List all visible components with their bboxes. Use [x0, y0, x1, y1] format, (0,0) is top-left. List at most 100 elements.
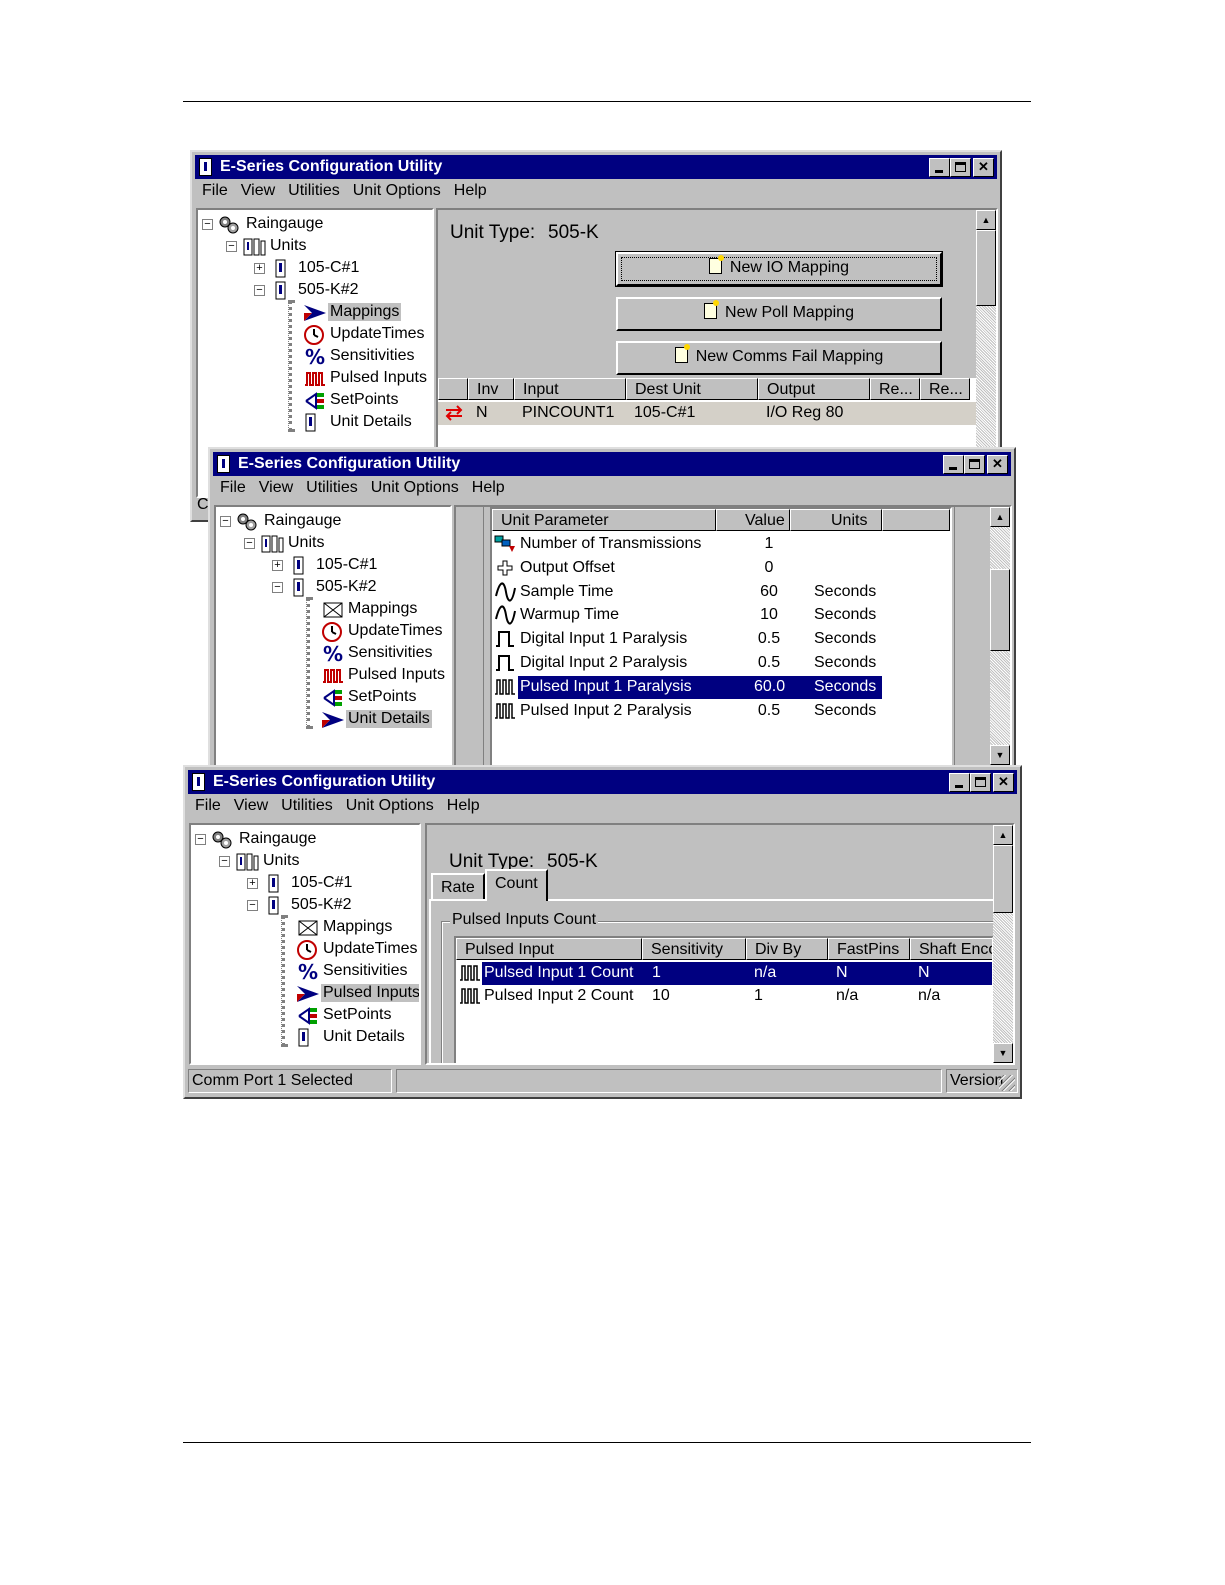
close-button[interactable]: ✕: [987, 455, 1008, 474]
unit-icon: [292, 556, 312, 576]
tree-view: − Raingauge − Units + 105-C#1 − 505-K#2 …: [189, 823, 421, 1065]
menu-file[interactable]: File: [213, 477, 252, 497]
tree-label: Raingauge: [264, 512, 342, 529]
tree-label: 105-C#1: [291, 874, 353, 891]
cell-units: Seconds: [814, 654, 877, 671]
maximize-button[interactable]: [970, 773, 991, 792]
cell-value: 1: [764, 535, 774, 552]
menu-view[interactable]: View: [227, 795, 274, 815]
scroll-up-button[interactable]: ▲: [993, 825, 1013, 845]
new-document-icon: [674, 344, 690, 363]
pulse-train-icon: [304, 369, 325, 389]
status-comm-port: Comm Port 1 Selected: [188, 1069, 392, 1093]
table-row[interactable]: Pulsed Input 1 Count 1 n/a N N: [456, 962, 992, 985]
minimize-button[interactable]: [929, 158, 950, 177]
menu-unit-options[interactable]: Unit Options: [346, 180, 447, 200]
table-row[interactable]: Pulsed Input 2 Count 10 1 n/a n/a: [456, 985, 992, 1008]
new-comms-fail-mapping-button[interactable]: New Comms Fail Mapping: [616, 341, 942, 375]
column-header-parameter[interactable]: Unit Parameter: [492, 509, 716, 531]
column-header-dest-unit[interactable]: Dest Unit: [626, 378, 758, 400]
column-header-units[interactable]: Units: [790, 509, 882, 531]
column-header-inv[interactable]: Inv: [468, 378, 514, 400]
tree-label: Unit Details: [346, 710, 432, 728]
close-button[interactable]: ✕: [993, 773, 1014, 792]
close-button[interactable]: ✕: [973, 158, 994, 177]
tab-count[interactable]: Count: [485, 869, 548, 901]
unit-icon: [304, 413, 324, 433]
tree-label: Unit Details: [330, 413, 412, 430]
table-row[interactable]: Pulsed Input 1 Paralysis 60.0 Seconds: [492, 675, 950, 699]
column-header-div-by[interactable]: Div By: [746, 938, 828, 960]
vertical-scrollbar[interactable]: ▲ ▼: [993, 825, 1013, 1063]
table-row[interactable]: N PINCOUNT1 105-C#1 I/O Reg 80: [438, 402, 978, 425]
percent-icon: %: [297, 960, 318, 984]
menu-utilities[interactable]: Utilities: [281, 180, 346, 200]
scroll-down-button[interactable]: ▼: [993, 1043, 1013, 1063]
column-header-shaft-encoder[interactable]: Shaft Enco: [910, 938, 992, 960]
cell-units: Seconds: [814, 630, 877, 648]
cell-value: 10: [760, 606, 778, 624]
scroll-thumb[interactable]: [976, 230, 996, 306]
menu-help[interactable]: Help: [447, 180, 493, 200]
menu-view[interactable]: View: [234, 180, 281, 200]
table-row[interactable]: Digital Input 1 Paralysis 0.5 Seconds: [492, 628, 950, 651]
menu-unit-options[interactable]: Unit Options: [364, 477, 465, 497]
new-io-mapping-button[interactable]: New IO Mapping: [615, 251, 943, 287]
table-row[interactable]: Number of Transmissions 1: [492, 533, 950, 556]
scroll-down-button[interactable]: ▼: [990, 745, 1010, 765]
menu-view[interactable]: View: [252, 477, 299, 497]
vertical-scrollbar[interactable]: ▲ ▼: [990, 507, 1010, 775]
cell-pulsed-input: Pulsed Input 1 Count: [484, 964, 634, 981]
column-header-output[interactable]: Output: [758, 378, 870, 400]
column-header-fastpins[interactable]: FastPins: [828, 938, 910, 960]
window-unit-details: E-Series Configuration Utility ✕ File Vie…: [208, 447, 1016, 777]
scroll-thumb[interactable]: [993, 845, 1013, 913]
units-icon: [235, 852, 259, 872]
table-row[interactable]: Sample Time 60 Seconds: [492, 581, 950, 604]
table-row[interactable]: Warmup Time 10 Seconds: [492, 604, 950, 627]
tree-label: Sensitivities: [323, 962, 408, 979]
column-header-re2[interactable]: Re...: [920, 378, 970, 400]
menu-file[interactable]: File: [188, 795, 227, 815]
svg-text:%: %: [305, 347, 325, 367]
menu-help[interactable]: Help: [465, 477, 511, 497]
new-poll-mapping-button[interactable]: New Poll Mapping: [616, 297, 942, 331]
minimize-button[interactable]: [943, 455, 964, 474]
tree-label: Sensitivities: [348, 644, 433, 661]
pulsed-input-list: Pulsed Input Sensitivity Div By FastPins…: [454, 936, 994, 1063]
column-header-re1[interactable]: Re...: [870, 378, 920, 400]
menu-utilities[interactable]: Utilities: [274, 795, 339, 815]
column-header-blank[interactable]: [438, 378, 468, 400]
scroll-up-button[interactable]: ▲: [976, 210, 996, 230]
column-header-sensitivity[interactable]: Sensitivity: [642, 938, 746, 960]
clock-icon: [322, 622, 342, 642]
clock-icon: [297, 940, 317, 960]
column-header-input[interactable]: Input: [514, 378, 626, 400]
tree-label: Mappings: [323, 918, 393, 935]
menu-file[interactable]: File: [195, 180, 234, 200]
column-header-pulsed-input[interactable]: Pulsed Input: [456, 938, 642, 960]
cell-dest: 105-C#1: [634, 404, 696, 421]
scroll-up-button[interactable]: ▲: [990, 507, 1010, 527]
table-row[interactable]: Output Offset 0: [492, 557, 950, 580]
minimize-button[interactable]: [949, 773, 970, 792]
cell-div-by: 1: [754, 987, 763, 1004]
tab-rate[interactable]: Rate: [431, 873, 485, 899]
resize-grip[interactable]: [999, 1075, 1015, 1091]
cell-parameter: Pulsed Input 1 Paralysis: [520, 677, 692, 695]
tree-label: Pulsed Inputs: [330, 369, 427, 386]
column-header-blank[interactable]: [882, 509, 950, 531]
menu-unit-options[interactable]: Unit Options: [339, 795, 440, 815]
menu-utilities[interactable]: Utilities: [299, 477, 364, 497]
maximize-button[interactable]: [964, 455, 985, 474]
tree-label: 505-K#2: [316, 578, 377, 595]
tree-label: SetPoints: [330, 391, 399, 408]
maximize-button[interactable]: [950, 158, 971, 177]
column-header-value[interactable]: Value: [716, 509, 790, 531]
menu-help[interactable]: Help: [440, 795, 486, 815]
scroll-thumb[interactable]: [990, 569, 1010, 651]
table-row[interactable]: Digital Input 2 Paralysis 0.5 Seconds: [492, 652, 950, 675]
cell-inv: N: [476, 404, 488, 421]
cell-sensitivity: 10: [652, 987, 670, 1004]
table-row[interactable]: Pulsed Input 2 Paralysis 0.5 Seconds: [492, 700, 950, 723]
